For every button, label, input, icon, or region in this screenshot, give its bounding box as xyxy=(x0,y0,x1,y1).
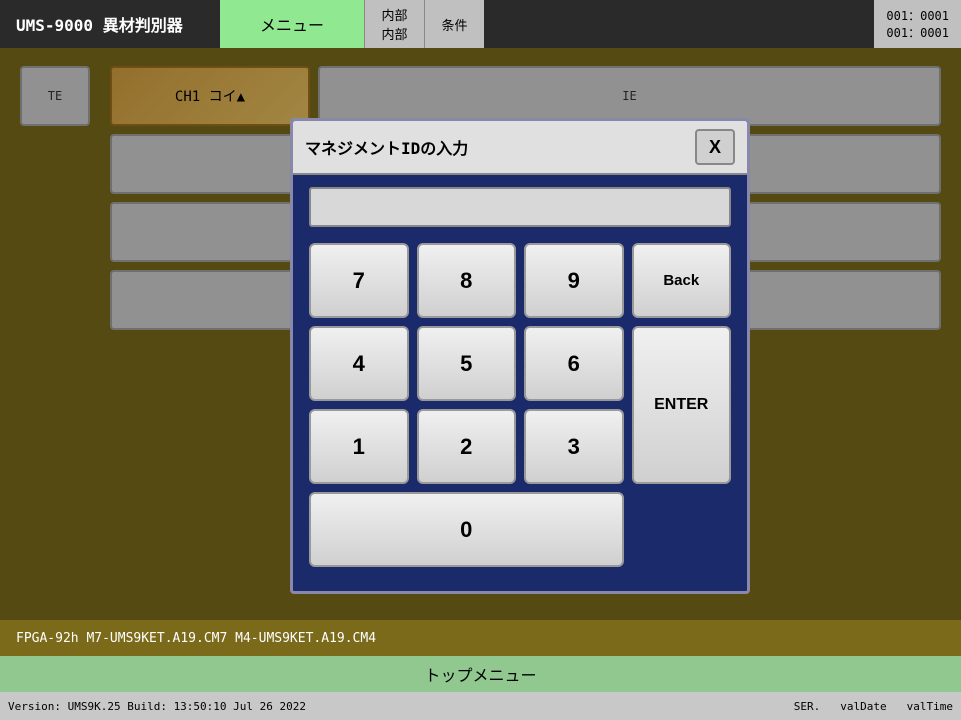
numpad-7-button[interactable]: 7 xyxy=(309,243,409,318)
jouken-button[interactable]: 条件 xyxy=(424,0,484,48)
numpad-3-button[interactable]: 3 xyxy=(524,409,624,484)
numpad-2-button[interactable]: 2 xyxy=(417,409,517,484)
numpad-5-button[interactable]: 5 xyxy=(417,326,517,401)
numpad-4-button[interactable]: 4 xyxy=(309,326,409,401)
main-area: TE CH1 コイ▲ IE CH1 条件 求 xyxy=(0,48,961,620)
numpad: 7 8 9 Back 4 5 6 ENTER xyxy=(293,235,747,575)
modal: マネジメントIDの入力 X 7 8 9 Back xyxy=(290,118,750,594)
modal-title: マネジメントIDの入力 xyxy=(305,135,468,159)
modal-close-button[interactable]: X xyxy=(695,129,735,165)
val-time-label: valTime xyxy=(907,700,953,713)
menu-button[interactable]: メニュー xyxy=(220,0,364,48)
numpad-back-button[interactable]: Back xyxy=(632,243,732,318)
status-right: SER. valDate valTime xyxy=(794,700,953,713)
header-codes: 001：0001 001：0001 xyxy=(874,0,961,48)
fpga-bar: FPGA-92h M7-UMS9KET.A19.CM7 M4-UMS9KET.A… xyxy=(0,620,961,656)
numpad-8-button[interactable]: 8 xyxy=(417,243,517,318)
app-title: UMS-9000 異材判別器 xyxy=(0,0,220,48)
management-id-input[interactable] xyxy=(309,187,731,227)
version-label: Version: UMS9K.25 Build: 13:50:10 Jul 26… xyxy=(8,700,306,713)
header: UMS-9000 異材判別器 メニュー 内部 内部 条件 001：0001 00… xyxy=(0,0,961,48)
modal-input-area xyxy=(293,175,747,235)
numpad-0-button[interactable]: 0 xyxy=(309,492,624,567)
ser-label: SER. xyxy=(794,700,821,713)
numpad-enter-button[interactable]: ENTER xyxy=(632,326,732,484)
modal-header: マネジメントIDの入力 X xyxy=(293,121,747,175)
top-menu-bar[interactable]: トップメニュー xyxy=(0,656,961,692)
numpad-6-button[interactable]: 6 xyxy=(524,326,624,401)
internal-button[interactable]: 内部 内部 xyxy=(364,0,424,48)
numpad-9-button[interactable]: 9 xyxy=(524,243,624,318)
numpad-1-button[interactable]: 1 xyxy=(309,409,409,484)
bottom-status-bar: Version: UMS9K.25 Build: 13:50:10 Jul 26… xyxy=(0,692,961,720)
val-date-label: valDate xyxy=(840,700,886,713)
